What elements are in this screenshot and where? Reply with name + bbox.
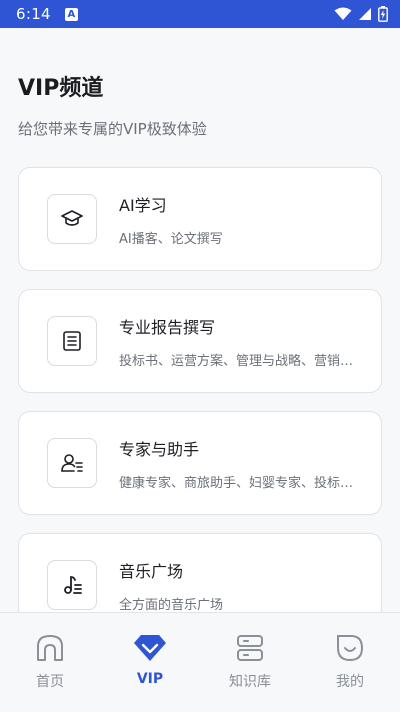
page-title: VIP频道 (18, 76, 104, 101)
tab-label: 知识库 (229, 674, 271, 690)
tab-knowledge-base[interactable]: 知识库 (200, 613, 300, 712)
tab-profile[interactable]: 我的 (300, 613, 400, 712)
card-title: AI学习 (119, 195, 167, 215)
card-title: 专家与助手 (119, 439, 200, 459)
bottom-tab-bar: 首页 VIP 知识库 我的 (0, 612, 400, 712)
graduation-cap-icon (47, 194, 97, 244)
card-desc: 投标书、运营方案、管理与战略、营销… (119, 353, 354, 369)
status-bar: 6:14 A (0, 0, 400, 28)
tab-label: VIP (136, 671, 164, 687)
music-note-icon (47, 560, 97, 610)
person-expert-icon (47, 438, 97, 488)
battery-icon (378, 6, 388, 22)
card-title: 专业报告撰写 (119, 317, 216, 337)
smile-face-icon (333, 631, 367, 665)
card-title: 音乐广场 (119, 561, 184, 581)
diamond-icon (133, 631, 167, 665)
screen: 6:14 A VIP频道 给您带来专属的VIP极致体验 AI学习 AI播客、论文… (0, 0, 400, 712)
home-icon (33, 631, 67, 665)
vip-card-list: AI学习 AI播客、论文撰写 专业报告撰写 投标书、运营方案、管理与战略、营销… (18, 167, 382, 655)
status-time: 6:14 (16, 5, 51, 23)
card-report-writing[interactable]: 专业报告撰写 投标书、运营方案、管理与战略、营销… (18, 289, 382, 393)
tab-label: 首页 (36, 674, 64, 690)
page-subtitle: 给您带来专属的VIP极致体验 (18, 120, 207, 138)
card-experts-assistants[interactable]: 专家与助手 健康专家、商旅助手、妇婴专家、投标… (18, 411, 382, 515)
document-list-icon (47, 316, 97, 366)
card-desc: AI播客、论文撰写 (119, 231, 223, 247)
card-desc: 健康专家、商旅助手、妇婴专家、投标… (119, 475, 354, 491)
notification-icon: A (64, 7, 78, 21)
status-icons (334, 6, 388, 22)
card-desc: 全方面的音乐广场 (119, 597, 224, 613)
card-ai-learning[interactable]: AI学习 AI播客、论文撰写 (18, 167, 382, 271)
tab-vip[interactable]: VIP (100, 613, 200, 712)
signal-icon (359, 8, 371, 20)
database-icon (233, 631, 267, 665)
tab-label: 我的 (336, 674, 364, 690)
wifi-icon (334, 7, 352, 20)
tab-home[interactable]: 首页 (0, 613, 100, 712)
